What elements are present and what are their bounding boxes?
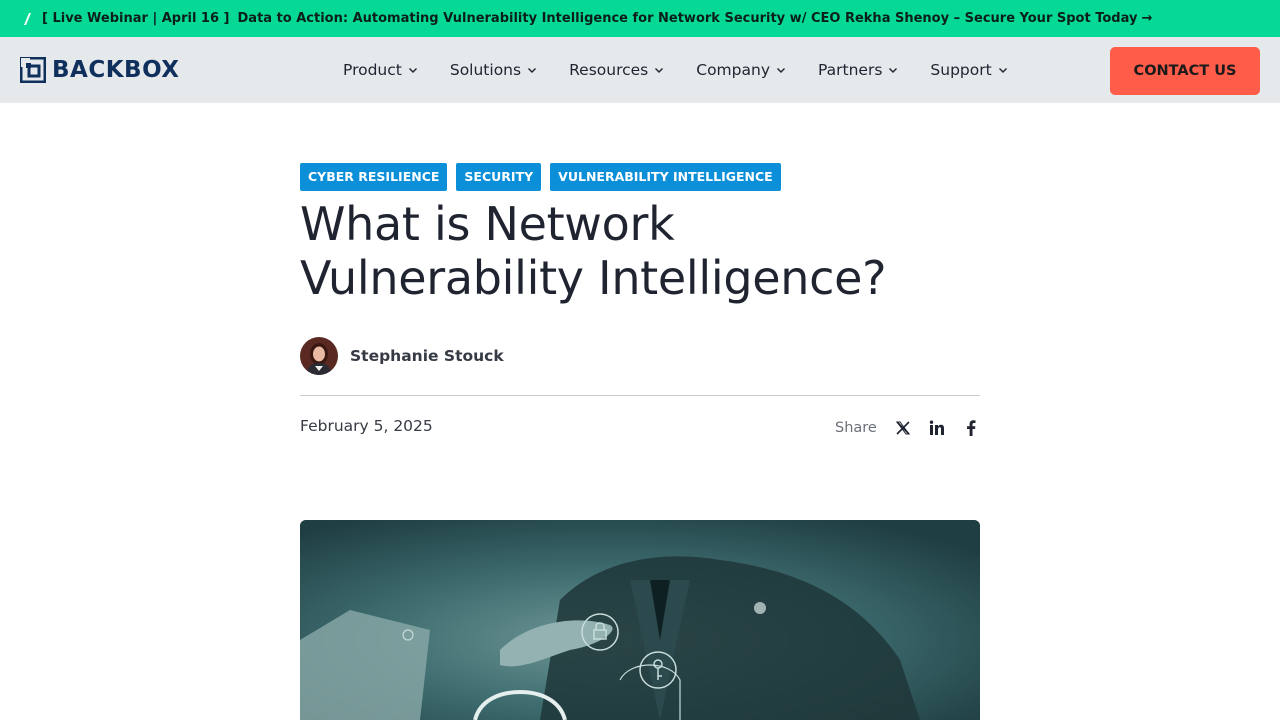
share-bar: Share — [835, 416, 979, 440]
chevron-down-icon — [655, 68, 664, 73]
nav-label: Product — [343, 61, 402, 79]
arrow-right-icon: → — [1141, 11, 1153, 26]
contact-us-button[interactable]: CONTACT US — [1110, 47, 1260, 95]
tag-security[interactable]: SECURITY — [456, 163, 542, 191]
x-icon[interactable] — [895, 420, 911, 436]
chevron-down-icon — [528, 68, 537, 73]
nav-product[interactable]: Product — [343, 61, 418, 79]
logo-wordmark: BACKBOX — [52, 57, 180, 83]
nav-resources[interactable]: Resources — [569, 61, 664, 79]
nav-partners[interactable]: Partners — [818, 61, 898, 79]
nav-label: Support — [930, 61, 992, 79]
avatar — [300, 337, 338, 375]
facebook-icon[interactable] — [963, 420, 979, 436]
backbox-logo[interactable]: BACKBOX — [20, 57, 180, 83]
tag-vulnerability-intelligence[interactable]: VULNERABILITY INTELLIGENCE — [550, 163, 781, 191]
article-title: What is Network Vulnerability Intelligen… — [300, 197, 980, 305]
nav-label: Company — [696, 61, 770, 79]
announcement-event: [ Live Webinar | April 16 ] — [42, 11, 230, 26]
chevron-down-icon — [408, 68, 417, 73]
tag-cyber-resilience[interactable]: CYBER RESILIENCE — [300, 163, 448, 191]
title-line: Vulnerability Intelligence? — [300, 251, 887, 305]
nav-label: Solutions — [449, 61, 522, 79]
nav-company[interactable]: Company — [696, 61, 786, 79]
share-label: Share — [835, 420, 877, 436]
author-block: Stephanie Stouck — [300, 337, 504, 375]
announcement-message[interactable]: Data to Action: Automating Vulnerability… — [238, 11, 1138, 26]
nav-support[interactable]: Support — [930, 61, 1007, 79]
logo-mark-icon — [20, 57, 46, 83]
slash-icon — [24, 12, 31, 25]
nav-label: Resources — [569, 61, 649, 79]
main-nav: Product Solutions Resources Company Part… — [343, 37, 1040, 103]
nav-solutions[interactable]: Solutions — [450, 61, 537, 79]
site-header: BACKBOX Product Solutions Resources Comp… — [0, 37, 1280, 103]
title-line: What is Network — [300, 197, 675, 251]
publish-date: February 5, 2025 — [300, 417, 433, 435]
hero-image — [300, 520, 980, 720]
chevron-down-icon — [777, 68, 785, 73]
chevron-down-icon — [889, 68, 898, 73]
divider — [300, 395, 980, 396]
announcement-bar[interactable]: [ Live Webinar | April 16 ] Data to Acti… — [0, 0, 1280, 37]
linkedin-icon[interactable] — [929, 420, 945, 436]
chevron-down-icon — [998, 68, 1007, 73]
article-tags: CYBER RESILIENCE SECURITY VULNERABILITY … — [300, 163, 790, 191]
author-name[interactable]: Stephanie Stouck — [350, 347, 504, 365]
nav-label: Partners — [818, 61, 883, 79]
